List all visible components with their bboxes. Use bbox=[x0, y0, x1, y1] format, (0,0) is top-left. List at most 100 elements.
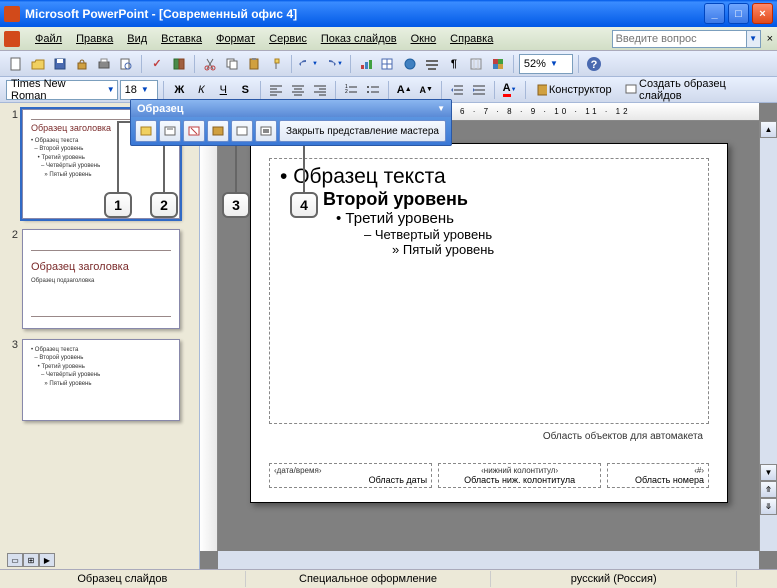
scroll-up-button[interactable]: ▲ bbox=[760, 121, 777, 138]
close-button[interactable]: × bbox=[752, 3, 773, 24]
prev-slide-button[interactable]: ⤊ bbox=[760, 481, 777, 498]
thumbnail-3[interactable]: • Образец текста – Второй уровень • Трет… bbox=[22, 339, 180, 421]
menu-slideshow[interactable]: Показ слайдов bbox=[314, 30, 404, 48]
window-title: Microsoft PowerPoint - [Современный офис… bbox=[25, 7, 704, 21]
view-normal-button[interactable]: ▭ bbox=[7, 553, 23, 567]
designer-button[interactable]: Конструктор bbox=[531, 80, 617, 100]
next-slide-button[interactable]: ⤋ bbox=[760, 498, 777, 515]
preview-button[interactable] bbox=[116, 54, 136, 74]
zoom-combo[interactable]: 52%▼ bbox=[519, 54, 573, 74]
master-btn-5[interactable] bbox=[231, 120, 253, 142]
menu-help[interactable]: Справка bbox=[443, 30, 500, 48]
menu-file[interactable]: Файл bbox=[28, 30, 69, 48]
vertical-scrollbar[interactable]: ▲ ▼ ⤊ ⤋ bbox=[759, 121, 777, 551]
master-btn-6[interactable] bbox=[255, 120, 277, 142]
thumb-num: 2 bbox=[8, 229, 22, 329]
shadow-button[interactable]: S bbox=[235, 80, 255, 100]
svg-text:?: ? bbox=[591, 59, 598, 71]
italic-button[interactable]: К bbox=[191, 80, 211, 100]
slide-canvas[interactable]: • Образец текста – Второй уровень • Трет… bbox=[250, 143, 728, 503]
underline-button[interactable]: Ч bbox=[213, 80, 233, 100]
copy-button[interactable] bbox=[222, 54, 242, 74]
titlebar: Microsoft PowerPoint - [Современный офис… bbox=[0, 0, 777, 27]
undo-button[interactable]: ▼ bbox=[297, 54, 320, 74]
thumb-num: 3 bbox=[8, 339, 22, 421]
research-button[interactable] bbox=[169, 54, 189, 74]
paste-button[interactable] bbox=[244, 54, 264, 74]
view-sorter-button[interactable]: ⊞ bbox=[23, 553, 39, 567]
master-toolbar[interactable]: Образец ▼ Закрыть представление мастера bbox=[130, 99, 452, 146]
horizontal-scrollbar[interactable] bbox=[218, 551, 759, 569]
thumbnail-2[interactable]: Образец заголовка Образец подзаголовка bbox=[22, 229, 180, 329]
minimize-button[interactable]: _ bbox=[704, 3, 725, 24]
object-area-label: Область объектов для автомакета bbox=[543, 431, 703, 442]
statusbar: Образец слайдов Специальное оформление р… bbox=[0, 569, 777, 588]
grid-button[interactable] bbox=[466, 54, 486, 74]
master-btn-2[interactable] bbox=[159, 120, 181, 142]
indent-button[interactable] bbox=[469, 80, 489, 100]
maximize-button[interactable]: □ bbox=[728, 3, 749, 24]
spell-button[interactable]: ✓ bbox=[147, 54, 167, 74]
print-button[interactable] bbox=[94, 54, 114, 74]
cut-button[interactable] bbox=[200, 54, 220, 74]
help-search-drop[interactable]: ▼ bbox=[747, 30, 761, 48]
hyperlink-button[interactable] bbox=[400, 54, 420, 74]
increase-font-button[interactable]: A▲ bbox=[394, 80, 414, 100]
callout-2: 2 bbox=[150, 192, 178, 218]
save-button[interactable] bbox=[50, 54, 70, 74]
numbering-button[interactable]: 12 bbox=[341, 80, 361, 100]
menu-edit[interactable]: Правка bbox=[69, 30, 120, 48]
slide-panel: 1 Образец заголовка • Образец текста – В… bbox=[0, 103, 200, 569]
menu-insert[interactable]: Вставка bbox=[154, 30, 209, 48]
format-painter-button[interactable] bbox=[266, 54, 286, 74]
callout-3: 3 bbox=[222, 192, 250, 218]
editor-area: 1 · 2 · 1 · 0 · 1 · 2 · 3 · 4 · 5 · 6 · … bbox=[200, 103, 777, 569]
menu-format[interactable]: Формат bbox=[209, 30, 262, 48]
table-button[interactable] bbox=[378, 54, 398, 74]
svg-text:2: 2 bbox=[345, 89, 348, 95]
align-center-button[interactable] bbox=[288, 80, 308, 100]
decrease-font-button[interactable]: A▼ bbox=[416, 80, 436, 100]
footer-placeholder[interactable]: ‹нижний колонтитул› Область ниж. колонти… bbox=[438, 463, 601, 488]
font-combo[interactable]: Times New Roman▼ bbox=[6, 80, 118, 100]
align-left-button[interactable] bbox=[266, 80, 286, 100]
expand-button[interactable] bbox=[422, 54, 442, 74]
new-button[interactable] bbox=[6, 54, 26, 74]
vertical-ruler[interactable] bbox=[200, 121, 218, 551]
doc-icon bbox=[4, 31, 20, 47]
show-format-button[interactable]: ¶ bbox=[444, 54, 464, 74]
permissions-button[interactable] bbox=[72, 54, 92, 74]
menu-tools[interactable]: Сервис bbox=[262, 30, 314, 48]
body-placeholder[interactable]: • Образец текста – Второй уровень • Трет… bbox=[269, 158, 709, 424]
bold-button[interactable]: Ж bbox=[169, 80, 189, 100]
scroll-down-button[interactable]: ▼ bbox=[760, 464, 777, 481]
master-btn-4[interactable] bbox=[207, 120, 229, 142]
close-master-button[interactable]: Закрыть представление мастера bbox=[279, 120, 446, 142]
help-search-input[interactable] bbox=[612, 30, 747, 48]
view-show-button[interactable]: ▶ bbox=[39, 553, 55, 567]
status-view: Образец слайдов bbox=[0, 571, 246, 587]
outdent-button[interactable] bbox=[447, 80, 467, 100]
bullets-button[interactable] bbox=[363, 80, 383, 100]
standard-toolbar: ✓ ▼ ▼ ¶ 52%▼ ? bbox=[0, 51, 777, 77]
align-right-button[interactable] bbox=[310, 80, 330, 100]
menu-window[interactable]: Окно bbox=[404, 30, 444, 48]
color-button[interactable] bbox=[488, 54, 508, 74]
status-design: Специальное оформление bbox=[246, 571, 492, 587]
open-button[interactable] bbox=[28, 54, 48, 74]
status-lang[interactable]: русский (Россия) bbox=[491, 571, 737, 587]
create-master-button[interactable]: Создать образец слайдов bbox=[619, 80, 771, 100]
help-button[interactable]: ? bbox=[584, 54, 604, 74]
master-btn-1[interactable] bbox=[135, 120, 157, 142]
chart-button[interactable] bbox=[356, 54, 376, 74]
master-toolbar-title: Образец bbox=[137, 103, 437, 115]
redo-button[interactable]: ▼ bbox=[322, 54, 345, 74]
size-combo[interactable]: 18▼ bbox=[120, 80, 159, 100]
master-btn-3[interactable] bbox=[183, 120, 205, 142]
callout-4: 4 bbox=[290, 192, 318, 218]
menu-view[interactable]: Вид bbox=[120, 30, 154, 48]
date-placeholder[interactable]: ‹дата/время› Область даты bbox=[269, 463, 432, 488]
font-color-button[interactable]: A▼ bbox=[500, 80, 520, 100]
number-placeholder[interactable]: ‹#› Область номера bbox=[607, 463, 709, 488]
master-toolbar-dropdown[interactable]: ▼ bbox=[437, 104, 445, 113]
